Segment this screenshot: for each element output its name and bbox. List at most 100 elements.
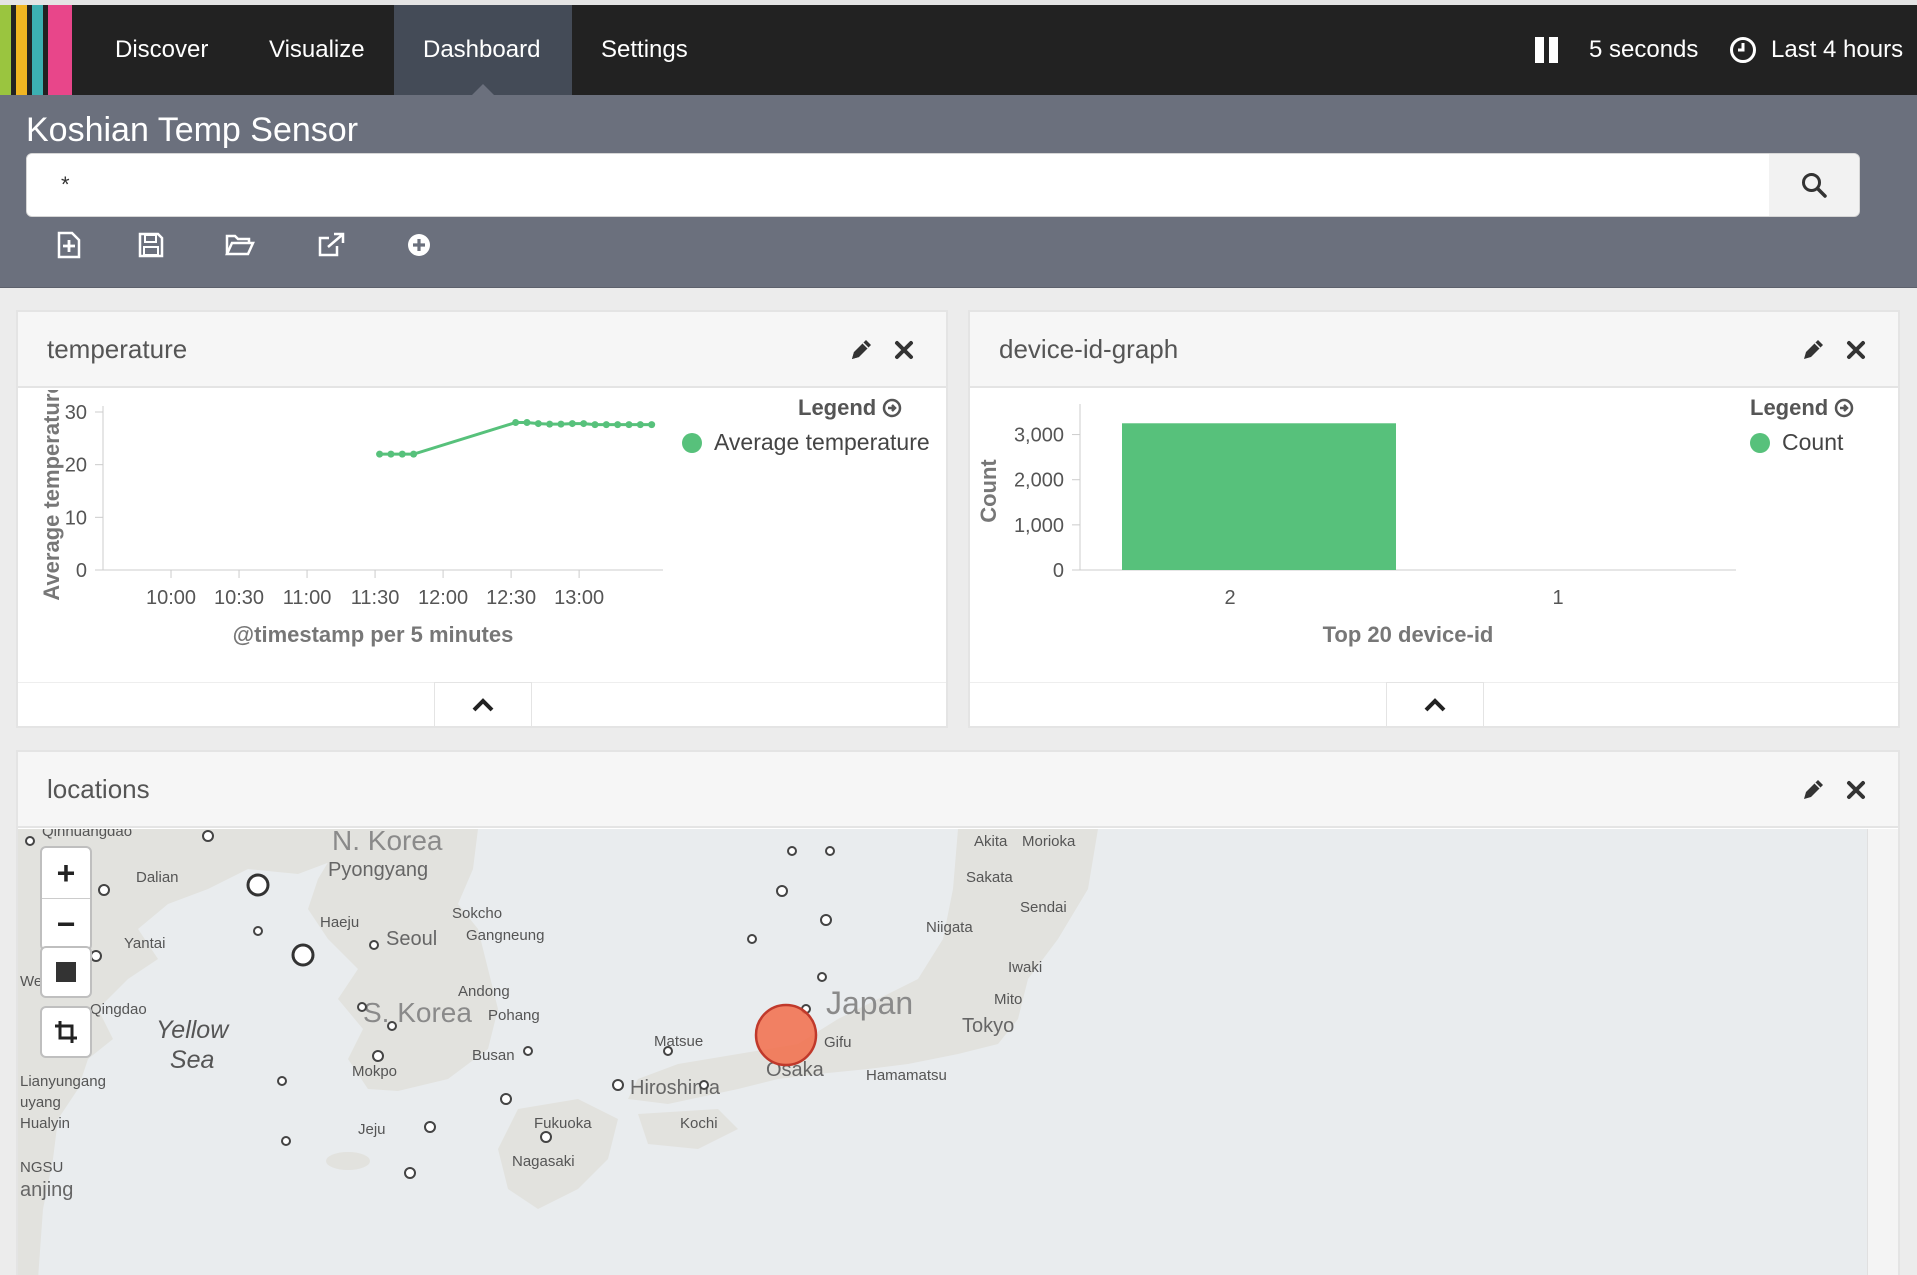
close-icon <box>895 341 913 359</box>
y-tick-label: 0 <box>1053 560 1064 582</box>
map-city-label: Hamamatsu <box>866 1067 947 1084</box>
legend-item-average-temperature[interactable]: Average temperature <box>682 429 930 456</box>
map-background <box>18 829 1881 1275</box>
share-dashboard-button[interactable] <box>314 228 348 262</box>
legend-item-label: Average temperature <box>714 429 930 455</box>
search-icon <box>1802 173 1827 198</box>
legend-toggle[interactable]: Legend <box>1750 395 1854 421</box>
logo-stripe <box>16 5 27 95</box>
tab-discover[interactable]: Discover <box>86 5 237 95</box>
logo-stripe <box>32 5 43 95</box>
data-point[interactable] <box>591 421 599 429</box>
map-city-label: Yantai <box>124 935 166 952</box>
map-scrollbar[interactable] <box>1867 829 1898 1275</box>
crop-control <box>40 1006 92 1058</box>
pencil-icon <box>852 340 871 359</box>
x-tick-label: 10:00 <box>146 587 196 609</box>
bar-device-2[interactable] <box>1122 423 1396 570</box>
map-city-label: Matsue <box>654 1033 704 1050</box>
y-tick-label: 0 <box>76 560 87 582</box>
legend-toggle[interactable]: Legend <box>798 395 902 421</box>
share-icon <box>318 232 345 257</box>
edit-panel-button[interactable] <box>1799 776 1827 804</box>
tab-visualize[interactable]: Visualize <box>240 5 394 95</box>
map-city-label: Qinhuangdao <box>42 829 133 840</box>
legend-item-label: Count <box>1782 429 1844 455</box>
map-city-label: anjing <box>20 1179 74 1201</box>
kibana-logo[interactable] <box>0 5 86 95</box>
legend-item-count[interactable]: Count <box>1750 429 1843 456</box>
chevron-up-icon <box>472 697 494 711</box>
map-city-label: Andong <box>458 983 510 1000</box>
data-point[interactable] <box>625 421 633 429</box>
save-dashboard-button[interactable] <box>134 228 168 262</box>
y-tick-label: 1,000 <box>1014 515 1064 537</box>
edit-panel-button[interactable] <box>1799 336 1827 364</box>
square-icon <box>56 962 76 982</box>
data-point[interactable] <box>580 420 588 428</box>
edit-panel-button[interactable] <box>847 336 875 364</box>
tab-dashboard[interactable]: Dashboard <box>394 5 572 95</box>
arrow-circle-right-icon <box>1834 398 1854 418</box>
map-city-label: Tokyo <box>962 1015 1015 1037</box>
legend-color-dot <box>1750 432 1770 453</box>
data-point[interactable] <box>636 421 644 429</box>
draw-rectangle-button[interactable] <box>42 948 90 996</box>
collapse-spy-button[interactable] <box>434 682 532 726</box>
map-city-label: Gangneung <box>466 927 545 944</box>
remove-panel-button[interactable] <box>890 336 918 364</box>
panel-title: locations <box>47 774 150 804</box>
data-point[interactable] <box>534 420 542 428</box>
data-point[interactable] <box>557 420 565 428</box>
map-city-label: Pyongyang <box>328 859 429 881</box>
x-tick-label: 11:00 <box>283 587 332 609</box>
time-range-label: Last 4 hours <box>1771 36 1904 63</box>
arrow-circle-right-icon <box>882 398 902 418</box>
search-input[interactable] <box>27 154 1769 216</box>
legend-title: Legend <box>798 395 877 420</box>
data-point[interactable] <box>546 420 554 428</box>
map-city-label: Sendai <box>1020 899 1067 916</box>
collapse-spy-button[interactable] <box>1386 682 1484 726</box>
new-dashboard-button[interactable] <box>52 228 86 262</box>
y-tick-label: 20 <box>65 455 87 477</box>
data-point[interactable] <box>523 419 531 427</box>
x-tick-label: 2 <box>1224 587 1235 609</box>
data-point[interactable] <box>410 450 418 458</box>
add-panel-button[interactable] <box>402 228 436 262</box>
y-axis-title: Average temperature <box>39 390 64 601</box>
y-tick-label: 2,000 <box>1014 470 1064 492</box>
tokyo-data-marker[interactable] <box>751 1000 821 1070</box>
data-point[interactable] <box>602 421 610 429</box>
pause-button[interactable] <box>1532 5 1562 95</box>
search-button[interactable] <box>1769 154 1859 216</box>
x-tick-label: 10:30 <box>214 587 264 609</box>
fit-bounds-button[interactable] <box>42 1008 90 1056</box>
zoom-out-button[interactable]: − <box>42 899 90 949</box>
tab-settings[interactable]: Settings <box>572 5 717 95</box>
remove-panel-button[interactable] <box>1842 336 1870 364</box>
remove-panel-button[interactable] <box>1842 776 1870 804</box>
zoom-in-button[interactable]: + <box>42 848 90 898</box>
data-point[interactable] <box>568 420 576 428</box>
data-point[interactable] <box>512 419 520 427</box>
data-point[interactable] <box>387 450 395 458</box>
open-dashboard-button[interactable] <box>223 228 257 262</box>
x-axis-title: Top 20 device-id <box>1323 622 1494 647</box>
logo-stripe <box>48 5 72 95</box>
map-canvas[interactable]: N. Korea S. Korea Japan Yellow Sea Qinhua… <box>18 829 1881 1275</box>
map-city-label: Akita <box>974 833 1008 850</box>
map-city-label: Nagasaki <box>512 1153 575 1170</box>
map-city-label: Hiroshima <box>630 1077 721 1099</box>
data-point[interactable] <box>614 421 622 429</box>
dashboard-header: Koshian Temp Sensor <box>0 95 1917 288</box>
x-tick-label: 12:30 <box>486 587 536 609</box>
data-point[interactable] <box>648 421 656 429</box>
data-point[interactable] <box>376 450 384 458</box>
map-city-label: Fukuoka <box>534 1115 592 1132</box>
new-dashboard-icon <box>57 231 81 259</box>
refresh-interval[interactable]: 5 seconds <box>1589 5 1698 95</box>
time-picker[interactable]: Last 4 hours <box>1729 5 1903 95</box>
data-point[interactable] <box>398 450 406 458</box>
map-city-label: Busan <box>472 1047 515 1064</box>
